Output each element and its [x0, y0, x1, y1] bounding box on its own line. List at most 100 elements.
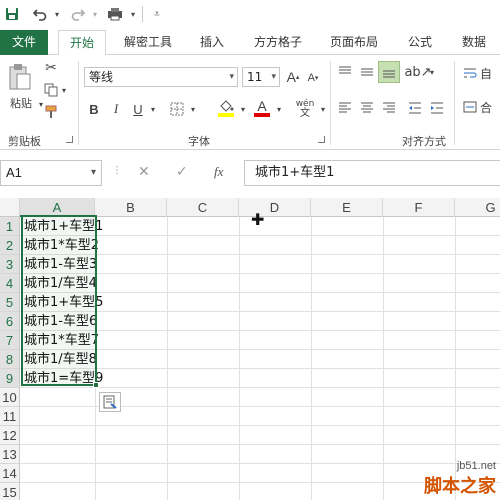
underline-button[interactable]: U: [130, 99, 146, 119]
borders-icon[interactable]: [168, 99, 186, 119]
row-header[interactable]: 3: [0, 255, 20, 274]
tab-page-layout[interactable]: 页面布局: [322, 30, 386, 55]
enter-icon[interactable]: ✓: [176, 164, 188, 180]
paste-label[interactable]: 粘贴: [6, 95, 36, 111]
fill-handle[interactable]: [93, 382, 99, 388]
tab-file[interactable]: 文件: [0, 30, 48, 55]
cell-a1[interactable]: 城市1+车型1: [24, 217, 103, 236]
row-header[interactable]: 4: [0, 274, 20, 293]
undo-icon[interactable]: [30, 4, 50, 24]
quick-analysis-icon[interactable]: [99, 392, 121, 412]
italic-button[interactable]: I: [108, 99, 124, 119]
format-painter-icon[interactable]: [42, 103, 60, 121]
row-header[interactable]: 5: [0, 293, 20, 312]
borders-dropdown-icon[interactable]: ▾: [188, 103, 198, 115]
cell-a9[interactable]: 城市1=车型9: [24, 369, 103, 388]
cell-a8[interactable]: 城市1/车型8: [24, 350, 97, 369]
font-name-select[interactable]: 等线 ▾: [84, 67, 238, 87]
row-header[interactable]: 2: [0, 236, 20, 255]
cell-a7[interactable]: 城市1*车型7: [24, 331, 99, 350]
align-center-icon[interactable]: [358, 99, 376, 117]
cell-a2[interactable]: 城市1*车型2: [24, 236, 99, 255]
grid-line: [383, 217, 384, 500]
cell-a5[interactable]: 城市1+车型5: [24, 293, 103, 312]
column-header-e[interactable]: E: [311, 198, 383, 217]
cell-a3[interactable]: 城市1-车型3: [24, 255, 97, 274]
print-preview-icon[interactable]: [104, 4, 128, 24]
wrap-text-label[interactable]: 自: [480, 65, 500, 81]
alignment-group-label: 对齐方式: [402, 135, 446, 148]
font-color-dropdown-icon[interactable]: ▾: [274, 103, 284, 115]
tab-decrypt-tools[interactable]: 解密工具: [116, 30, 180, 55]
shrink-font-button[interactable]: A ▾: [304, 69, 322, 87]
tab-fangfang-grid[interactable]: 方方格子: [246, 30, 310, 55]
orientation-dropdown-icon[interactable]: ▾: [428, 67, 436, 77]
row-header[interactable]: 8: [0, 350, 20, 369]
merge-label[interactable]: 合: [480, 99, 500, 115]
drag-handle-icon[interactable]: ⋮: [112, 165, 122, 176]
orientation-icon[interactable]: ab↗: [404, 63, 431, 81]
align-left-icon[interactable]: [336, 99, 354, 117]
row-header[interactable]: 6: [0, 312, 20, 331]
middle-align-icon[interactable]: [358, 63, 376, 81]
row-header[interactable]: 1: [0, 217, 20, 236]
column-header-d[interactable]: D: [239, 198, 311, 217]
merge-center-icon[interactable]: [462, 99, 478, 115]
phonetic-dropdown-icon[interactable]: ▾: [318, 103, 328, 115]
row-header[interactable]: 9: [0, 369, 20, 388]
worksheet-grid[interactable]: A B C D E F G 1 2 3 4 5 6 7 8 9 10 11 12…: [0, 198, 500, 500]
copy-icon[interactable]: [42, 81, 60, 99]
cancel-icon[interactable]: ✕: [138, 164, 150, 180]
cut-icon[interactable]: ✂: [42, 59, 60, 77]
cell-a4[interactable]: 城市1/车型4: [24, 274, 97, 293]
increase-indent-icon[interactable]: [428, 99, 446, 117]
redo-icon[interactable]: [68, 4, 88, 24]
font-size-select[interactable]: 11 ▾: [242, 67, 280, 87]
grow-font-button[interactable]: A ▴: [284, 67, 302, 87]
undo-dropdown-icon[interactable]: ▾: [52, 4, 62, 24]
copy-dropdown-icon[interactable]: ▾: [60, 85, 68, 95]
select-all-corner[interactable]: [0, 198, 20, 217]
decrease-indent-icon[interactable]: [406, 99, 424, 117]
row-header[interactable]: 14: [0, 464, 20, 483]
insert-function-icon[interactable]: fx: [214, 164, 223, 180]
chevron-down-icon: ▾: [271, 72, 276, 82]
column-header-b[interactable]: B: [95, 198, 167, 217]
fill-color-button[interactable]: [216, 97, 236, 119]
tab-data[interactable]: 数据: [452, 30, 496, 55]
tab-formulas[interactable]: 公式: [398, 30, 442, 55]
print-dropdown-icon[interactable]: ▾: [128, 4, 138, 24]
cell-a6[interactable]: 城市1-车型6: [24, 312, 97, 331]
row-header[interactable]: 12: [0, 426, 20, 445]
row-header[interactable]: 13: [0, 445, 20, 464]
row-header[interactable]: 15: [0, 483, 20, 500]
column-header-a[interactable]: A: [20, 198, 95, 217]
font-launcher-icon[interactable]: [318, 136, 325, 143]
tab-insert[interactable]: 插入: [190, 30, 234, 55]
row-header[interactable]: 7: [0, 331, 20, 350]
column-header-g[interactable]: G: [455, 198, 500, 217]
fill-color-dropdown-icon[interactable]: ▾: [238, 103, 248, 115]
name-box[interactable]: A1 ▾: [0, 160, 102, 186]
redo-dropdown-icon[interactable]: ▾: [90, 4, 100, 24]
align-right-icon[interactable]: [380, 99, 398, 117]
bold-button[interactable]: B: [86, 99, 102, 119]
column-header-f[interactable]: F: [383, 198, 455, 217]
font-color-button[interactable]: A: [252, 97, 272, 119]
clipboard-launcher-icon[interactable]: [66, 136, 73, 143]
grid-line: [167, 217, 168, 500]
phonetic-button[interactable]: wén 文: [292, 99, 318, 119]
wrap-text-icon[interactable]: [462, 65, 478, 81]
paste-icon[interactable]: [6, 61, 34, 93]
row-header[interactable]: 11: [0, 407, 20, 426]
font-color-swatch: [254, 113, 270, 117]
tab-home[interactable]: 开始: [58, 30, 106, 56]
customize-icon[interactable]: ⩡: [150, 4, 164, 24]
formula-input[interactable]: 城市1+车型1: [244, 160, 500, 186]
underline-dropdown-icon[interactable]: ▾: [148, 103, 158, 115]
bottom-align-icon[interactable]: [378, 61, 400, 83]
save-icon[interactable]: [2, 4, 22, 24]
row-header[interactable]: 10: [0, 388, 20, 407]
column-header-c[interactable]: C: [167, 198, 239, 217]
top-align-icon[interactable]: [336, 63, 354, 81]
